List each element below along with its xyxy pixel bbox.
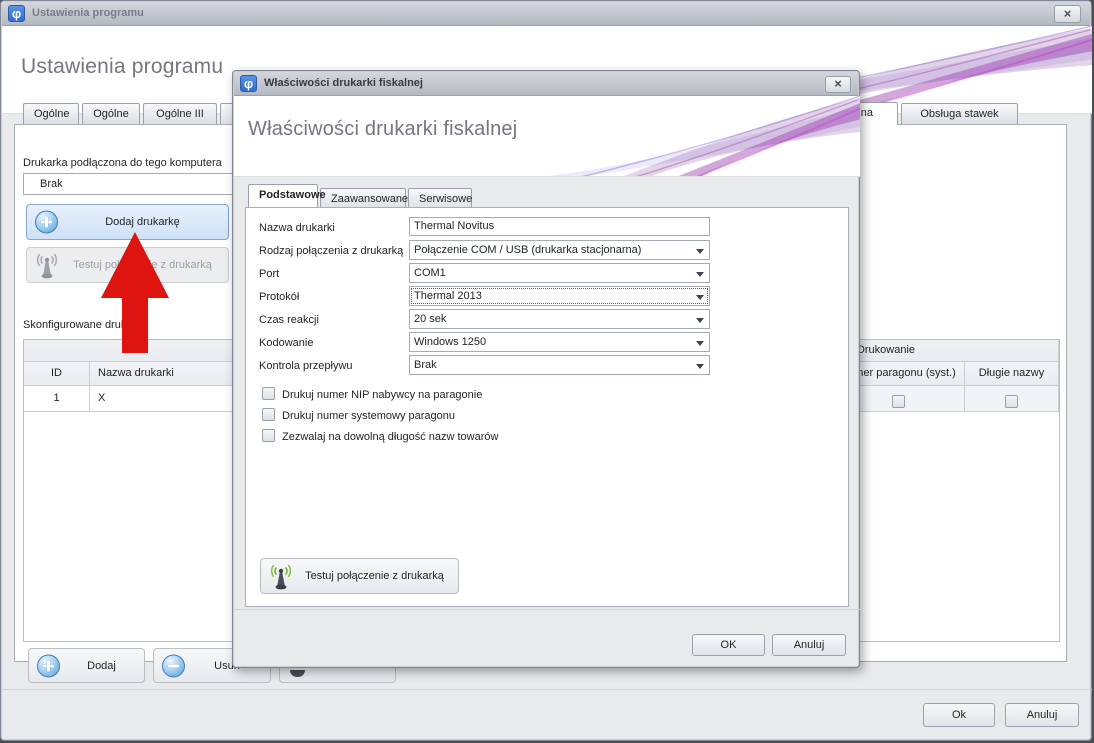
plus-icon <box>37 654 60 677</box>
printer-name-input[interactable]: Thermal Novitus <box>409 217 710 236</box>
field-label-protokol: Protokół <box>259 288 299 307</box>
column-header-id: ID <box>24 362 90 386</box>
minus-icon <box>162 654 185 677</box>
flow-control-select[interactable]: Brak <box>409 355 710 375</box>
chevron-down-icon <box>696 341 704 346</box>
tab-obsluga-stawek-vat[interactable]: Obsługa stawek VAT <box>901 103 1018 124</box>
test-connection-button-dialog[interactable]: Testuj połączenie z drukarką <box>260 558 459 594</box>
chevron-down-icon <box>696 272 704 277</box>
encoding-select[interactable]: Windows 1250 <box>409 332 710 352</box>
antenna-icon <box>267 563 295 591</box>
main-page-title: Ustawienia programu <box>21 55 223 79</box>
connection-type-select[interactable]: Połączenie COM / USB (drukarka stacjonar… <box>409 240 710 260</box>
main-titlebar[interactable]: φ Ustawienia programu × <box>2 2 1090 26</box>
field-label-czas-reakcji: Czas reakcji <box>259 311 319 330</box>
add-button[interactable]: Dodaj <box>28 648 145 683</box>
plus-icon <box>35 211 58 234</box>
screen: φ Ustawienia programu × Ustawienia progr… <box>0 0 1094 743</box>
gear-icon <box>290 670 305 677</box>
tab-serwisowe[interactable]: Serwisowe <box>408 188 472 209</box>
any-name-length-checkbox[interactable] <box>262 429 275 442</box>
antenna-icon <box>33 252 61 280</box>
tab-zaawansowane[interactable]: Zaawansowane <box>320 188 406 209</box>
chevron-down-icon <box>696 364 704 369</box>
dialog-title: Właściwości drukarki fiskalnej <box>264 77 423 89</box>
purple-waves-decoration <box>540 96 860 177</box>
protocol-select[interactable]: Thermal 2013 <box>409 286 710 306</box>
field-label-kodowanie: Kodowanie <box>259 334 313 353</box>
main-ok-button[interactable]: Ok <box>923 703 995 727</box>
dialog-titlebar[interactable]: φ Właściwości drukarki fiskalnej × <box>234 72 858 96</box>
field-label-kontrola-przeplywu: Kontrola przepływu <box>259 357 353 376</box>
field-label-nazwa-drukarki: Nazwa drukarki <box>259 219 335 238</box>
chevron-down-icon <box>696 249 704 254</box>
long-names-checkbox[interactable] <box>1005 395 1018 408</box>
nip-checkbox-label: Drukuj numer NIP nabywcy na paragonie <box>282 388 482 402</box>
system-number-checkbox[interactable] <box>262 408 275 421</box>
column-header-long-names: Długie nazwy <box>965 362 1059 386</box>
main-cancel-button[interactable]: Anuluj <box>1005 703 1079 727</box>
dialog-header: Właściwości drukarki fiskalnej <box>234 96 860 177</box>
dialog-close-button[interactable]: × <box>825 76 851 93</box>
printer-properties-dialog: φ Właściwości drukarki fiskalnej × Właśc… <box>232 70 860 668</box>
chevron-down-icon <box>696 295 704 300</box>
any-name-length-checkbox-label: Zezwalaj na dowolną długość nazw towarów <box>282 430 498 444</box>
tab-podstawowe[interactable]: Podstawowe <box>248 184 318 207</box>
main-close-button[interactable]: × <box>1054 5 1081 23</box>
tab-ogolne-3[interactable]: Ogólne III <box>143 103 217 124</box>
row-long-names-cell <box>965 386 1059 412</box>
port-select[interactable]: COM1 <box>409 263 710 283</box>
tab-ogolne-1[interactable]: Ogólne I <box>23 103 79 124</box>
dialog-ok-button[interactable]: OK <box>692 634 765 656</box>
tab-ogolne-2[interactable]: Ogólne II <box>82 103 140 124</box>
dialog-page-title: Właściwości drukarki fiskalnej <box>248 118 517 141</box>
row-id-cell: 1 <box>24 386 90 412</box>
dialog-cancel-button[interactable]: Anuluj <box>772 634 846 656</box>
connected-printer-label: Drukarka podłączona do tego komputera <box>23 154 222 173</box>
field-label-rodzaj-polaczenia: Rodzaj połączenia z drukarką <box>259 242 403 261</box>
system-number-checkbox-label: Drukuj numer systemowy paragonu <box>282 409 455 423</box>
app-phi-icon: φ <box>8 5 25 22</box>
nip-checkbox[interactable] <box>262 387 275 400</box>
main-window-title: Ustawienia programu <box>32 7 144 19</box>
chevron-down-icon <box>696 318 704 323</box>
receipt-number-checkbox[interactable] <box>892 395 905 408</box>
field-label-port: Port <box>259 265 279 284</box>
reaction-time-select[interactable]: 20 sek <box>409 309 710 329</box>
app-phi-icon: φ <box>240 75 257 92</box>
